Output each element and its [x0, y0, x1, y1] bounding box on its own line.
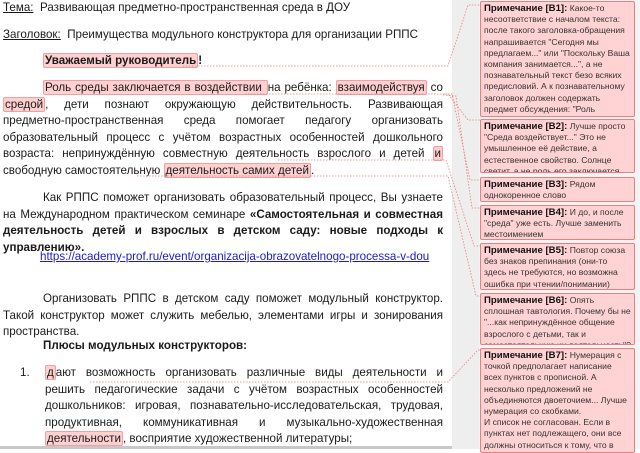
- list-item: 1. д ают возможность организовать различны…: [20, 365, 443, 448]
- comment-title: Примечание [B3]:: [484, 179, 568, 190]
- highlighted-word[interactable]: деятельности: [45, 431, 123, 447]
- topic-label: Тема:: [3, 1, 34, 14]
- list-number: 1.: [20, 366, 30, 379]
- topic-line: Тема: Развивающая предметно-пространстве…: [3, 0, 443, 17]
- comment-anchor-b4[interactable]: средой: [3, 96, 46, 112]
- comment-anchor-b3[interactable]: взаимодействуя: [335, 80, 427, 95]
- text-run: на ребёнка:: [267, 81, 336, 94]
- heading-line: Заголовок: Преимущества модульного конст…: [3, 27, 443, 44]
- text-run: свободную самостоятельную: [3, 163, 164, 177]
- comment-text: Какое-то несоответствие с началом текста…: [484, 3, 630, 116]
- paragraph-1: Роль среды заключается в воздействии на …: [3, 80, 443, 180]
- text-run: , дети познают окружающую действительнос…: [3, 97, 443, 161]
- comment-title: Примечание [B4]:: [484, 207, 568, 218]
- greeting: Уважаемый руководитель!: [3, 53, 443, 70]
- comment-title: Примечание [B5]:: [484, 245, 568, 256]
- seminar-link[interactable]: https://academy-prof.ru/event/organizaci…: [40, 250, 429, 263]
- comment-anchor-b6[interactable]: деятельность самих детей: [163, 162, 311, 178]
- comment-anchor-b2[interactable]: Роль среды заключается в воздействии: [43, 80, 268, 95]
- link-line: https://academy-prof.ru/event/organizaci…: [40, 249, 450, 266]
- text-run: , восприятие художественной литературы;: [122, 432, 353, 446]
- comment-b1[interactable]: Примечание [B1]: Какое-то несоответствие…: [480, 1, 635, 117]
- text-run: ают возможность организовать различные в…: [45, 366, 443, 429]
- comment-title: Примечание [B7]:: [484, 350, 568, 361]
- paragraph-3: Организовать РППС в детском саду поможет…: [3, 292, 443, 339]
- comment-b2[interactable]: Примечание [B2]: Лучше просто "Среда воз…: [480, 119, 635, 173]
- comment-b4[interactable]: Примечание [B4]: И до, и после "среда" у…: [480, 205, 635, 240]
- topic-value: Развивающая предметно-пространственная с…: [39, 1, 351, 14]
- heading-value: Преимущества модульного конструктора для…: [67, 28, 419, 41]
- comments-pane: Примечание [B1]: Какое-то несоответствие…: [479, 0, 640, 453]
- heading-label: Заголовок:: [3, 28, 61, 41]
- comment-b3[interactable]: Примечание [B3]: Рядом однокоренное слов…: [480, 177, 635, 202]
- comment-b6[interactable]: Примечание [B6]: Опять сплошная тавтолог…: [480, 293, 635, 345]
- comment-anchor-b5[interactable]: и: [432, 146, 443, 162]
- comment-title: Примечание [B1]:: [484, 3, 568, 14]
- comment-margin: [452, 0, 479, 449]
- comment-anchor-b7[interactable]: д: [45, 365, 56, 380]
- comment-anchor-b1[interactable]: Уважаемый руководитель: [43, 53, 199, 68]
- comment-title: Примечание [B6]:: [484, 295, 568, 306]
- paragraph-2: Как РППС поможет организовать образовате…: [3, 190, 443, 256]
- document-page[interactable]: Тема: Развивающая предметно-пространстве…: [0, 0, 452, 449]
- comment-title: Примечание [B2]:: [484, 121, 568, 132]
- comment-text: И список не согласован. Если в пунктах н…: [484, 417, 622, 452]
- text-run: .: [310, 163, 315, 177]
- text-run: со: [426, 81, 443, 94]
- pros-heading: Плюсы модульных конструкторов:: [43, 339, 248, 352]
- comment-b7[interactable]: Примечание [B7]: Нумерация с точкой пред…: [480, 348, 635, 453]
- greeting-punct: !: [198, 54, 203, 67]
- comment-b5[interactable]: Примечание [B5]: Повтор союза без знаков…: [480, 243, 635, 290]
